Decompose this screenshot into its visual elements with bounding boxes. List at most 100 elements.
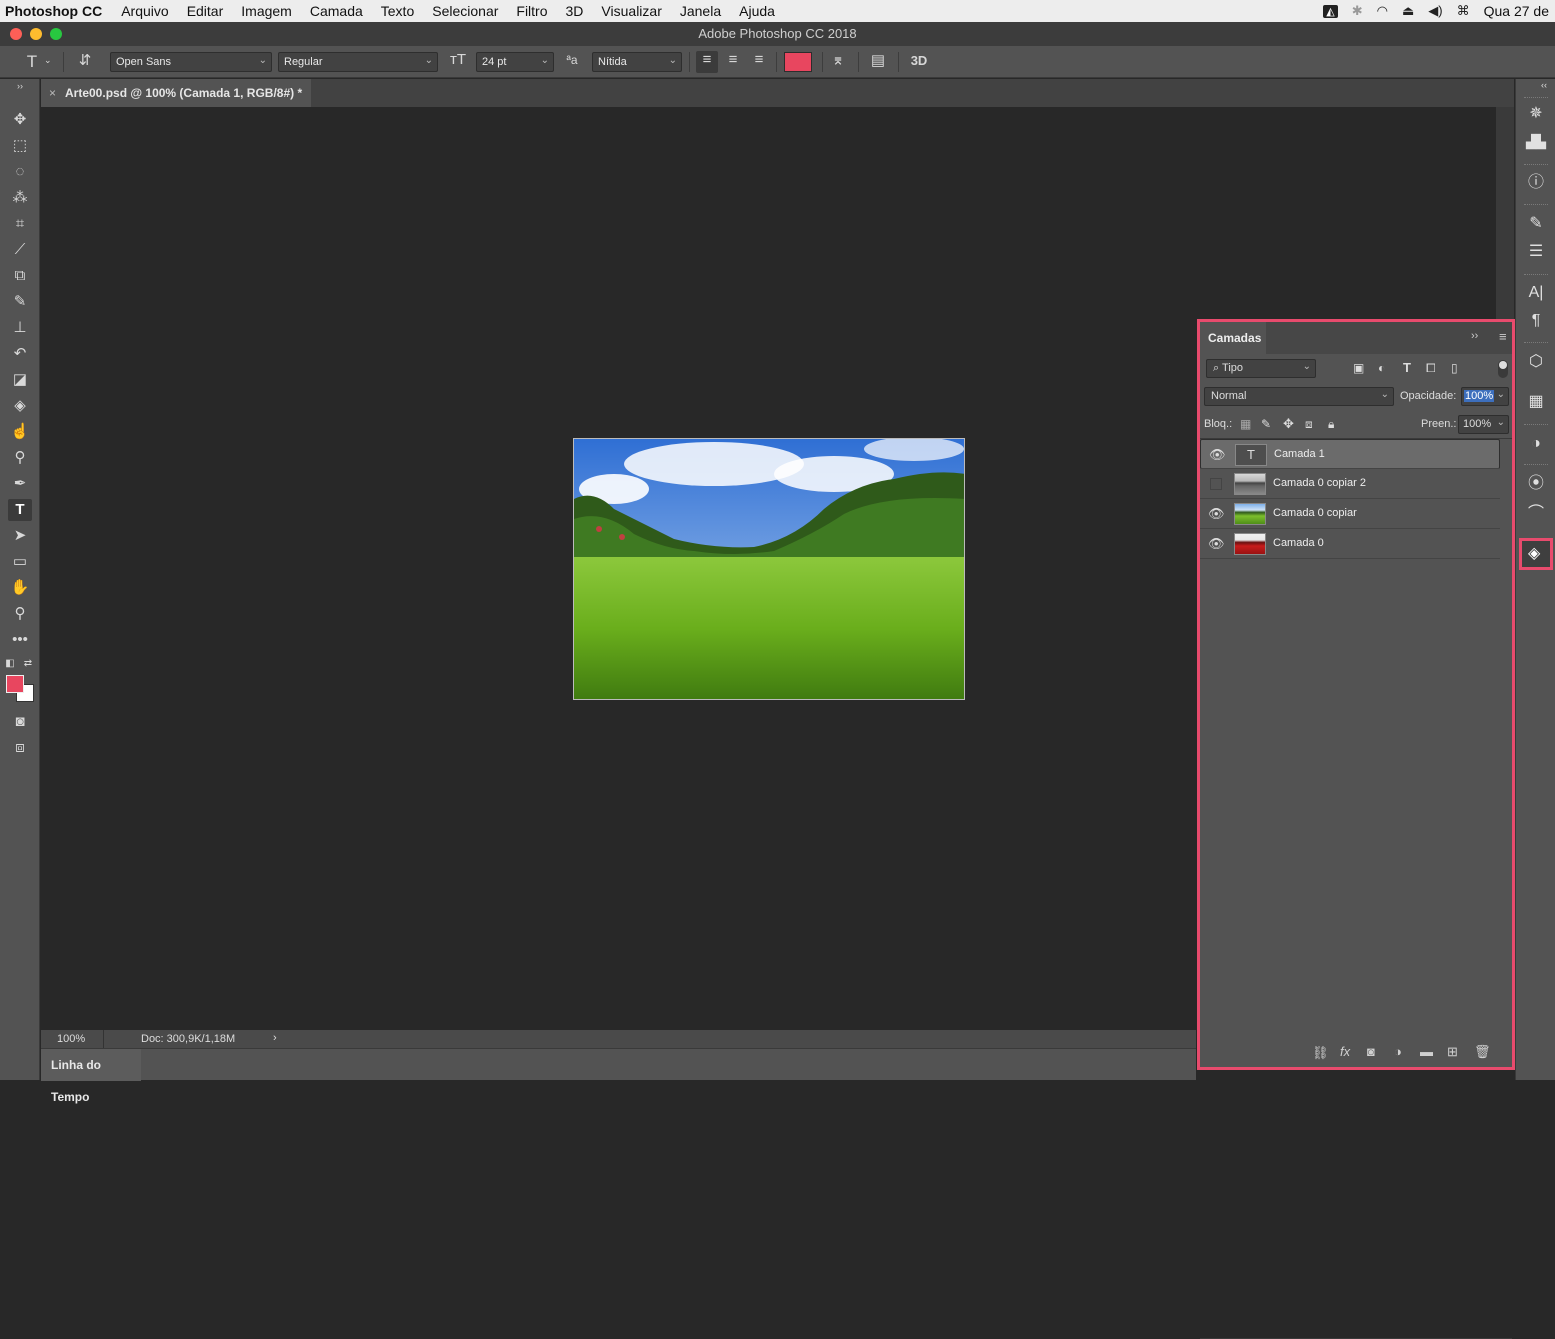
layers-tab[interactable]: Camadas — [1200, 322, 1266, 354]
menu-filtro[interactable]: Filtro — [507, 3, 556, 19]
adjustments-icon[interactable]: ◑ — [1526, 433, 1546, 455]
layers-panel-button[interactable]: ◈ — [1519, 538, 1553, 570]
filter-pixel-icon[interactable]: ▣ — [1353, 361, 1364, 375]
marquee-tool-icon[interactable]: ⬚ — [8, 135, 32, 157]
rectangle-tool-icon[interactable]: ▭ — [8, 551, 32, 573]
pen-tool-icon[interactable]: ✒ — [8, 473, 32, 495]
new-layer-icon[interactable]: ⊞ — [1447, 1044, 1458, 1060]
wifi-icon[interactable]: ◠ — [1377, 3, 1388, 19]
menu-selecionar[interactable]: Selecionar — [423, 3, 507, 19]
character-panel-icon[interactable]: ▤ — [868, 51, 888, 69]
blend-mode-select[interactable]: Normal ⌄ — [1204, 387, 1394, 406]
antialias-select[interactable]: Nítida ⌄ — [592, 52, 682, 72]
navigator-icon[interactable]: ✵ — [1526, 103, 1546, 125]
eject-icon[interactable]: ⏏ — [1402, 3, 1414, 19]
lock-artboard-icon[interactable]: ⧈ — [1305, 417, 1313, 432]
type-tool-icon[interactable]: T — [8, 499, 32, 521]
filter-adjustment-icon[interactable]: ◐ — [1378, 361, 1385, 375]
visibility-toggle-off[interactable] — [1210, 478, 1222, 490]
menu-visualizar[interactable]: Visualizar — [592, 3, 670, 19]
channels-icon[interactable]: ⦿ — [1526, 473, 1546, 495]
visibility-eye-icon[interactable]: 👁︎ — [1208, 506, 1225, 522]
info-icon[interactable]: ⓘ — [1526, 172, 1546, 194]
smudge-tool-icon[interactable]: ☝ — [8, 421, 32, 443]
layer-row-camada-1[interactable]: 👁︎ T Camada 1 — [1200, 439, 1500, 469]
align-right-icon[interactable]: ≡ — [748, 51, 770, 68]
menu-imagem[interactable]: Imagem — [232, 3, 301, 19]
menu-camada[interactable]: Camada — [301, 3, 372, 19]
layer-row-camada-0-copiar[interactable]: 👁︎ Camada 0 copiar — [1200, 499, 1500, 529]
menu-3d[interactable]: 3D — [557, 3, 593, 19]
crop-tool-icon[interactable]: ⌗ — [8, 213, 32, 235]
add-mask-icon[interactable]: ◙ — [1367, 1044, 1375, 1059]
align-center-icon[interactable]: ≡ — [722, 51, 744, 68]
visibility-eye-icon[interactable]: 👁︎ — [1208, 536, 1225, 552]
font-style-select[interactable]: Regular ⌄ — [278, 52, 438, 72]
doc-info[interactable]: Doc: 300,9K/1,18M — [141, 1033, 235, 1045]
eyedropper-tool-icon[interactable]: ⟋ — [8, 239, 32, 261]
zoom-window-icon[interactable] — [50, 28, 62, 40]
menu-janela[interactable]: Janela — [671, 3, 730, 19]
3d-button[interactable]: 3D — [906, 53, 932, 68]
type-tool-preset-icon[interactable]: T — [22, 52, 42, 72]
layer-filter-select[interactable]: ⌕ Tipo ⌄ — [1206, 359, 1316, 378]
brush-settings-icon[interactable]: ☰ — [1526, 241, 1546, 263]
lock-all-icon[interactable]: 🔒︎ — [1328, 417, 1334, 432]
filter-shape-icon[interactable]: ⧠ — [1426, 361, 1436, 376]
delete-layer-icon[interactable]: 🗑︎ — [1474, 1044, 1491, 1060]
bluetooth-icon[interactable]: ✱ — [1352, 3, 1363, 19]
dodge-tool-icon[interactable]: ⚲ — [8, 447, 32, 469]
document-image[interactable] — [573, 438, 965, 700]
menu-arquivo[interactable]: Arquivo — [112, 3, 177, 19]
properties-icon[interactable]: ▦ — [1526, 391, 1546, 413]
lock-position-icon[interactable]: ✥ — [1283, 416, 1294, 432]
swap-colors-icon[interactable]: ⇄ — [22, 653, 34, 675]
layer-style-icon[interactable]: fx — [1340, 1044, 1350, 1059]
zoom-tool-icon[interactable]: ⚲ — [8, 603, 32, 625]
brushes-icon[interactable]: ✎ — [1526, 213, 1546, 235]
opacity-field[interactable]: 100% ⌄ — [1461, 387, 1509, 406]
new-group-icon[interactable]: ▬ — [1420, 1044, 1433, 1059]
fill-field[interactable]: 100% ⌄ — [1458, 415, 1509, 434]
quick-mask-icon[interactable]: ◙ — [8, 711, 32, 733]
path-selection-tool-icon[interactable]: ➤ — [8, 525, 32, 547]
warp-text-icon[interactable]: ⌆ — [828, 51, 848, 69]
link-layers-icon[interactable]: ⛓︎ — [1312, 1045, 1329, 1061]
brush-tool-icon[interactable]: ✎ — [8, 291, 32, 313]
panel-menu-icon[interactable]: ≡ — [1499, 329, 1507, 344]
history-brush-tool-icon[interactable]: ↶ — [8, 343, 32, 365]
filter-toggle[interactable] — [1498, 360, 1508, 378]
timeline-tab[interactable]: Linha do Tempo — [41, 1049, 141, 1104]
healing-brush-tool-icon[interactable]: ⧉ — [8, 265, 32, 287]
filter-type-icon[interactable]: T — [1403, 360, 1411, 375]
tool-preset-chevron-icon[interactable]: ⌄ — [44, 55, 52, 66]
3d-panel-icon[interactable]: ⬡ — [1526, 351, 1546, 373]
menu-editar[interactable]: Editar — [178, 3, 233, 19]
status-menu-arrow-icon[interactable]: › — [273, 1032, 277, 1044]
paint-bucket-tool-icon[interactable]: ◈ — [8, 395, 32, 417]
screen-mode-icon[interactable]: ⧈ — [8, 737, 32, 759]
font-size-select[interactable]: 24 pt ⌄ — [476, 52, 554, 72]
app-menu[interactable]: Photoshop CC — [0, 3, 112, 19]
default-colors-icon[interactable]: ◧ — [4, 653, 16, 675]
lock-image-icon[interactable]: ✎ — [1261, 417, 1271, 431]
layer-row-camada-0[interactable]: 👁︎ Camada 0 — [1200, 529, 1500, 559]
collapse-toolbar-icon[interactable]: ›› — [8, 81, 32, 91]
paths-icon[interactable]: ⌒ — [1526, 503, 1546, 525]
new-adjustment-layer-icon[interactable]: ◑ — [1394, 1044, 1402, 1059]
foreground-color-swatch[interactable] — [6, 675, 24, 693]
volume-icon[interactable]: ◀) — [1428, 3, 1442, 19]
lock-transparent-icon[interactable]: ▦ — [1240, 417, 1251, 431]
align-left-icon[interactable]: ≡ — [696, 51, 718, 73]
hand-tool-icon[interactable]: ✋ — [8, 577, 32, 599]
zoom-level[interactable]: 100% — [57, 1033, 85, 1045]
close-tab-icon[interactable]: × — [49, 79, 56, 107]
magic-wand-tool-icon[interactable]: ⁂ — [8, 187, 32, 209]
document-tab[interactable]: × Arte00.psd @ 100% (Camada 1, RGB/8#) * — [41, 79, 311, 107]
visibility-eye-icon[interactable]: 👁︎ — [1209, 447, 1226, 463]
character-icon[interactable]: A| — [1526, 282, 1546, 304]
close-window-icon[interactable] — [10, 28, 22, 40]
filter-smart-object-icon[interactable]: ▯ — [1451, 361, 1458, 375]
text-color-swatch[interactable] — [784, 52, 812, 72]
font-family-select[interactable]: Open Sans ⌄ — [110, 52, 272, 72]
